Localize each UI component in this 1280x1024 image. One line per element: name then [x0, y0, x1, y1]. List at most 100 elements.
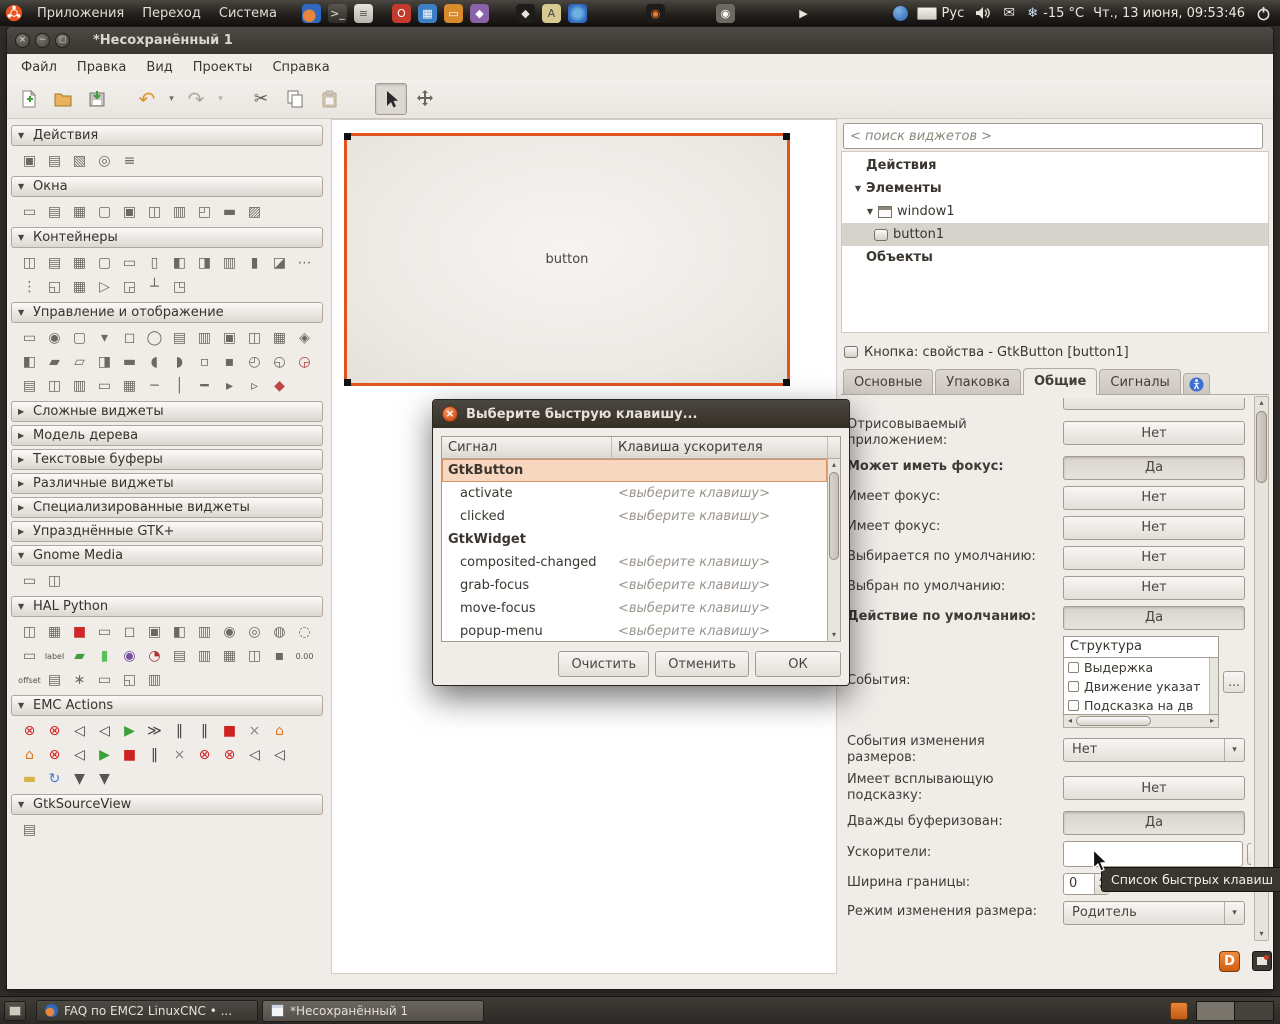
widget-icon[interactable]: ▰ — [42, 352, 67, 373]
app-indicator-icon[interactable] — [1170, 1001, 1188, 1020]
openoffice-draw-icon[interactable]: ◆ — [469, 3, 489, 23]
widget-icon[interactable]: ◆ — [267, 376, 292, 397]
widget-icon[interactable]: ▤ — [167, 328, 192, 349]
widget-icon[interactable]: ◉ — [117, 646, 142, 667]
widget-icon[interactable]: ▼ — [67, 769, 92, 790]
palette-section-header[interactable]: ▼ HAL Python — [11, 596, 323, 617]
widget-icon[interactable]: ◫ — [242, 646, 267, 667]
widget-icon[interactable]: ◈ — [292, 328, 317, 349]
widget-icon[interactable]: ⊗ — [192, 745, 217, 766]
checkbox-icon[interactable] — [1068, 699, 1079, 711]
widget-icon[interactable]: ◫ — [17, 253, 42, 274]
widget-icon[interactable]: ▤ — [17, 820, 42, 841]
design-window[interactable]: button — [344, 133, 790, 386]
palette-section-header[interactable]: ▼ Действия — [11, 125, 323, 146]
widget-icon[interactable]: ◨ — [192, 253, 217, 274]
power-icon[interactable] — [1254, 4, 1272, 22]
volume-icon[interactable] — [973, 4, 991, 22]
tab-common[interactable]: Общие — [1022, 368, 1098, 395]
widget-icon[interactable]: ▤ — [42, 670, 67, 691]
widget-icon[interactable]: ⋯ — [292, 253, 317, 274]
widget-icon[interactable]: ▼ — [92, 769, 117, 790]
widget-search-input[interactable] — [843, 123, 1263, 149]
widget-icon[interactable]: ◌ — [292, 622, 317, 643]
widget-icon[interactable]: ▣ — [17, 151, 42, 172]
ubuntu-logo-icon[interactable] — [5, 4, 23, 22]
widget-icon[interactable]: × — [167, 745, 192, 766]
widget-icon[interactable]: ⋮ — [17, 277, 42, 298]
dialog-titlebar[interactable]: × Выберите быструю клавишу... — [433, 400, 849, 428]
widget-icon[interactable]: ■ — [117, 745, 142, 766]
property-toggle-button[interactable]: Нет — [1063, 421, 1245, 446]
widget-icon[interactable]: ▶ — [92, 745, 117, 766]
widget-icon[interactable]: ▷ — [92, 277, 117, 298]
widget-icon[interactable]: ◻ — [117, 328, 142, 349]
open-project-button[interactable] — [47, 83, 79, 115]
widget-icon[interactable]: ◫ — [242, 328, 267, 349]
checkbox-icon[interactable] — [1068, 661, 1079, 673]
tab-accessibility[interactable] — [1182, 373, 1210, 394]
widget-icon[interactable]: ▥ — [192, 328, 217, 349]
accelerator-cell[interactable]: <выберите клавишу> — [612, 624, 827, 639]
widget-icon[interactable]: ▥ — [192, 646, 217, 667]
widget-icon[interactable]: ▣ — [142, 622, 167, 643]
widget-icon[interactable]: ⌂ — [17, 745, 42, 766]
tab-packing[interactable]: Упаковка — [935, 369, 1021, 394]
palette-section-header[interactable]: ▶ Упразднённые GTK+ — [11, 521, 323, 542]
widget-icon[interactable]: ↻ — [42, 769, 67, 790]
palette-section-header[interactable]: ▶ Различные виджеты — [11, 473, 323, 494]
menu-view[interactable]: Вид — [136, 54, 182, 80]
widget-icon[interactable]: ◫ — [42, 376, 67, 397]
widget-icon[interactable]: ▤ — [42, 253, 67, 274]
property-toggle-button[interactable]: Нет — [1063, 575, 1245, 600]
dialog-scrollbar[interactable]: ▴ ▾ — [827, 459, 840, 641]
property-dropdown[interactable]: Родитель ▾ — [1063, 900, 1245, 925]
widget-icon[interactable]: ▤ — [17, 376, 42, 397]
events-selected-item[interactable]: Структура — [1063, 635, 1219, 658]
widget-icon[interactable]: ◯ — [142, 328, 167, 349]
widget-icon[interactable]: ⊗ — [42, 745, 67, 766]
redo-menu-icon[interactable]: ▾ — [214, 83, 227, 115]
signal-row[interactable]: clicked <выберите клавишу> — [442, 505, 827, 528]
events-option[interactable]: Выдержка — [1064, 658, 1208, 677]
palette-section-header[interactable]: ▶ Модель дерева — [11, 425, 323, 446]
widget-icon[interactable]: ▤ — [42, 202, 67, 223]
new-project-button[interactable] — [13, 83, 45, 115]
widget-icon[interactable]: ◻ — [117, 622, 142, 643]
column-accelerator[interactable]: Клавиша ускорителя — [612, 437, 828, 458]
widget-icon[interactable]: │ — [167, 376, 192, 397]
widget-icon[interactable]: ◁ — [92, 721, 117, 742]
widget-icon[interactable]: ▢ — [92, 202, 117, 223]
widget-icon[interactable]: ▦ — [42, 622, 67, 643]
widget-icon[interactable]: ▮ — [242, 253, 267, 274]
accelerator-cell[interactable]: <выберите клавишу> — [612, 578, 827, 593]
widget-icon[interactable]: ▮ — [92, 646, 117, 667]
scroll-right-icon[interactable]: ▸ — [1206, 714, 1218, 727]
widget-icon[interactable]: ⊗ — [217, 745, 242, 766]
palette-section-header[interactable]: ▼ Управление и отображение — [11, 302, 323, 323]
widget-icon[interactable]: ◉ — [217, 622, 242, 643]
dialog-close-icon[interactable]: × — [442, 406, 458, 422]
tree-item-actions[interactable]: Действия — [842, 154, 1268, 177]
terminal-icon[interactable]: >_ — [327, 3, 347, 23]
widget-icon[interactable]: ▥ — [192, 622, 217, 643]
widget-icon[interactable]: ▭ — [92, 376, 117, 397]
widget-icon[interactable]: ≡ — [117, 151, 142, 172]
property-toggle-button[interactable]: Да — [1063, 455, 1245, 480]
widget-icon[interactable]: ▭ — [17, 328, 42, 349]
widget-icon[interactable]: × — [242, 721, 267, 742]
widget-icon[interactable]: ◱ — [117, 670, 142, 691]
menu-help[interactable]: Справка — [262, 54, 339, 80]
signal-row[interactable]: move-focus <выберите клавишу> — [442, 597, 827, 620]
text-editor-icon[interactable]: ≡ — [353, 3, 373, 23]
window-close-icon[interactable]: × — [15, 33, 30, 48]
widget-icon[interactable]: ◲ — [117, 277, 142, 298]
scrollbar-thumb[interactable] — [1256, 411, 1267, 483]
widget-icon[interactable]: ▢ — [92, 253, 117, 274]
widget-icon[interactable]: ◎ — [92, 151, 117, 172]
notification-badge-icon[interactable] — [1252, 951, 1272, 971]
openoffice-impress-icon[interactable]: ▭ — [443, 3, 463, 23]
widget-icon[interactable]: ▦ — [217, 646, 242, 667]
weather-indicator[interactable]: ❄ -15 °C — [1027, 6, 1084, 21]
palette-section-header[interactable]: ▼ Gnome Media — [11, 545, 323, 566]
